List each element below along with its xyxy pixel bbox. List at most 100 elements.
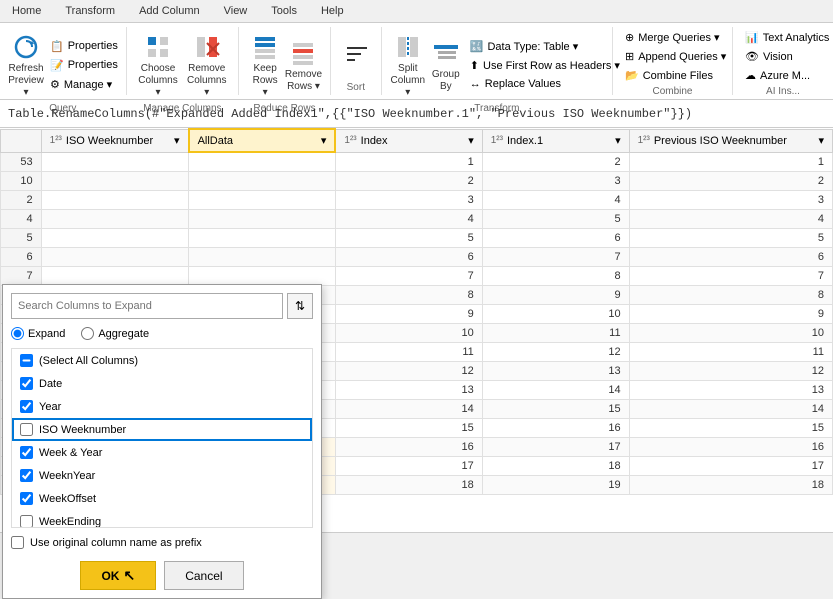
azure-ml-button[interactable]: ☁ Azure M...: [741, 67, 833, 84]
expand-aggregate-radio: Expand Aggregate: [11, 327, 313, 340]
index1-cell: 18: [482, 456, 629, 475]
prefix-row: Use original column name as prefix: [11, 536, 313, 549]
index1-cell: 17: [482, 437, 629, 456]
remove-rows-button[interactable]: RemoveRows ▾: [285, 35, 322, 95]
tab-transform[interactable]: Transform: [53, 0, 127, 22]
sort-label: Sort: [339, 80, 373, 93]
aggregate-radio-text: Aggregate: [98, 328, 149, 340]
col-header-alldata[interactable]: AllData ▾: [189, 129, 336, 152]
group-manage-columns: ChooseColumns ▾ RemoveColumns ▾ Manage C…: [127, 27, 239, 95]
search-row: ⇅: [11, 293, 313, 319]
merge-queries-button[interactable]: ⊕ Merge Queries ▾: [621, 29, 730, 46]
table-row: 53 1 2 1: [1, 152, 833, 171]
use-prefix-checkbox[interactable]: [11, 536, 24, 549]
col-header-index1[interactable]: 1²³ Index.1 ▾: [482, 129, 629, 152]
refresh-preview-button[interactable]: RefreshPreview ▾: [8, 29, 44, 101]
col-header-index[interactable]: 1²³ Index ▾: [335, 129, 482, 152]
combine-buttons: ⊕ Merge Queries ▾ ⊞ Append Queries ▾ 📂 C…: [621, 29, 724, 84]
choose-columns-button[interactable]: ChooseColumns ▾: [135, 29, 182, 101]
checkbox-week-offset[interactable]: WeekOffset: [12, 487, 312, 510]
checkbox-weekn-year[interactable]: WeeknYear: [12, 464, 312, 487]
year-checkbox[interactable]: [20, 400, 33, 413]
expand-radio[interactable]: [11, 327, 24, 340]
iso-cell: [41, 190, 188, 209]
append-queries-button[interactable]: ⊞ Append Queries ▾: [621, 48, 730, 65]
tab-home[interactable]: Home: [0, 0, 53, 22]
table-row: 10 2 3 2: [1, 171, 833, 190]
checkbox-week-year[interactable]: Week & Year: [12, 441, 312, 464]
iso-cell: [41, 209, 188, 228]
week-offset-checkbox[interactable]: [20, 492, 33, 505]
combine-files-button[interactable]: 📂 Combine Files: [621, 67, 730, 84]
table-row: 6 6 7 6: [1, 247, 833, 266]
text-analytics-button[interactable]: 📊 Text Analytics: [741, 29, 833, 46]
sort-buttons: [339, 29, 373, 80]
data-type-button[interactable]: 🔣 Data Type: Table ▾: [466, 38, 624, 55]
week-ending-checkbox[interactable]: [20, 515, 33, 528]
checkbox-iso-weeknumber[interactable]: ISO Weeknumber: [12, 418, 312, 441]
row-num-cell: 6: [1, 247, 42, 266]
prev-iso-cell: 8: [629, 285, 832, 304]
vision-icon: 👁: [745, 50, 759, 63]
checkbox-year[interactable]: Year: [12, 395, 312, 418]
tab-help[interactable]: Help: [309, 0, 356, 22]
index1-filter-icon[interactable]: ▾: [615, 134, 621, 147]
select-all-checkbox[interactable]: [20, 354, 33, 367]
search-columns-input[interactable]: [11, 293, 283, 319]
index1-cell: 2: [482, 152, 629, 171]
replace-values-button[interactable]: ↔ Replace Values: [466, 76, 624, 92]
prev-iso-filter-icon[interactable]: ▾: [818, 134, 824, 147]
ribbon: Home Transform Add Column View Tools Hel…: [0, 0, 833, 100]
expand-radio-label[interactable]: Expand: [11, 327, 65, 340]
advanced-editor-label: Properties: [68, 59, 118, 71]
index-filter-icon[interactable]: ▾: [468, 134, 474, 147]
group-sort: Sort: [331, 27, 382, 95]
week-year-checkbox[interactable]: [20, 446, 33, 459]
first-row-button[interactable]: ⬆ Use First Row as Headers ▾: [466, 57, 624, 74]
split-column-label: SplitColumn ▾: [391, 63, 425, 99]
cancel-button[interactable]: Cancel: [164, 561, 243, 590]
week-year-label: Week & Year: [39, 447, 102, 459]
row-num-cell: 5: [1, 228, 42, 247]
row-num-cell: 4: [1, 209, 42, 228]
advanced-editor-button[interactable]: 📝 Properties: [46, 57, 122, 74]
split-column-button[interactable]: SplitColumn ▾: [390, 29, 426, 101]
group-by-button[interactable]: GroupBy: [428, 35, 464, 95]
ok-button[interactable]: OK ↖: [80, 561, 156, 590]
keep-rows-button[interactable]: KeepRows ▾: [247, 29, 283, 101]
prev-iso-cell: 4: [629, 209, 832, 228]
properties-button[interactable]: 📋 Properties: [46, 38, 122, 55]
col-header-iso-weeknumber[interactable]: 1²³ ISO Weeknumber ▾: [41, 129, 188, 152]
tab-view[interactable]: View: [212, 0, 260, 22]
choose-columns-icon: [142, 31, 174, 63]
checkbox-select-all[interactable]: (Select All Columns): [12, 349, 312, 372]
refresh-label: RefreshPreview ▾: [8, 63, 44, 99]
alldata-cell: [189, 228, 336, 247]
text-analytics-icon: 📊: [745, 31, 759, 44]
iso-weeknumber-checkbox[interactable]: [20, 423, 33, 436]
vision-button[interactable]: 👁 Vision: [741, 48, 833, 65]
col-header-prev-iso[interactable]: 1²³ Previous ISO Weeknumber ▾: [629, 129, 832, 152]
prev-iso-cell: 9: [629, 304, 832, 323]
weekn-year-checkbox[interactable]: [20, 469, 33, 482]
checkbox-date[interactable]: Date: [12, 372, 312, 395]
aggregate-radio[interactable]: [81, 327, 94, 340]
sort-asc-button[interactable]: [339, 37, 375, 73]
manage-icon: ⚙: [50, 78, 60, 91]
tab-add-column[interactable]: Add Column: [127, 0, 212, 22]
remove-columns-button[interactable]: RemoveColumns ▾: [183, 29, 230, 101]
iso-filter-icon[interactable]: ▾: [174, 134, 180, 147]
date-checkbox[interactable]: [20, 377, 33, 390]
sort-columns-button[interactable]: ⇅: [287, 293, 313, 319]
manage-button[interactable]: ⚙ Manage ▾: [46, 76, 122, 93]
tab-tools[interactable]: Tools: [259, 0, 309, 22]
index-col-label: Index: [361, 135, 388, 147]
alldata-filter-icon[interactable]: ▾: [321, 134, 327, 147]
replace-values-icon: ↔: [470, 78, 481, 90]
row-num-cell: 53: [1, 152, 42, 171]
checkbox-week-ending[interactable]: WeekEnding: [12, 510, 312, 528]
aggregate-radio-label[interactable]: Aggregate: [81, 327, 149, 340]
group-combine: ⊕ Merge Queries ▾ ⊞ Append Queries ▾ 📂 C…: [613, 27, 733, 95]
iso-cell: [41, 152, 188, 171]
index-cell: 5: [335, 228, 482, 247]
